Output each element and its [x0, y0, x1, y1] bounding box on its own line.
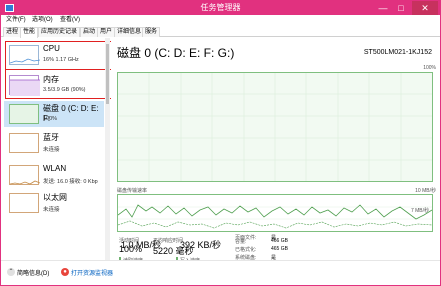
tab-performance[interactable]: 性能: [20, 27, 39, 38]
title-bar: 任务管理器 — □ ✕: [1, 1, 440, 15]
menu-options[interactable]: 选项(O): [32, 15, 53, 26]
transfer-rate-chart: 7 MB/秒: [117, 194, 433, 232]
chart2-max-label: 10 MB/秒: [415, 188, 436, 194]
resource-sub: 未连接: [43, 147, 60, 153]
active-time-chart: [117, 72, 433, 182]
resource-monitor-icon: ●: [61, 268, 69, 276]
disk-title: 磁盘 0 (C: D: E: F: G:): [117, 46, 235, 60]
resource-list: CPU 16% 1.17 GHz 内存 3.5/3.9 GB (90%) 磁盘 …: [2, 38, 130, 260]
resource-sub: 100%: [43, 116, 58, 122]
ethernet-graph-icon: [9, 193, 39, 213]
menu-bar: 文件(F) 选项(O) 查看(V): [1, 15, 440, 26]
menu-view[interactable]: 查看(V): [60, 15, 80, 26]
highlight-cpu: [5, 41, 120, 70]
chart2-inner-label: 7 MB/秒: [410, 208, 429, 214]
resource-sub: 发送: 16.0 接收: 0 Kbp: [43, 179, 98, 185]
chart2-title: 磁盘传输速率: [117, 188, 148, 194]
resource-name: 以太网: [43, 193, 67, 202]
page-file-value: 是: [271, 235, 277, 241]
tab-processes[interactable]: 进程: [3, 27, 22, 37]
disk-model: ST500LM021-1KJ152: [363, 49, 432, 56]
write-speed-value: 392 KB/秒: [180, 240, 222, 250]
resource-disk[interactable]: 磁盘 0 (C: D: E: F: 100%: [4, 101, 104, 127]
resource-sub: 未连接: [43, 207, 60, 213]
disk-graph-icon: [9, 104, 39, 124]
tab-services[interactable]: 服务: [142, 27, 161, 37]
resource-bluetooth[interactable]: 蓝牙 未连接: [4, 130, 104, 156]
fewer-details-link[interactable]: 简略信息(D): [17, 268, 49, 277]
close-button[interactable]: ✕: [412, 1, 438, 15]
resource-name: 蓝牙: [43, 133, 59, 142]
tab-app-history[interactable]: 应用历史记录: [38, 27, 81, 37]
wlan-graph-icon: [9, 165, 41, 185]
tab-startup[interactable]: 启动: [80, 27, 99, 37]
chart1-max-label: 100%: [423, 65, 436, 71]
collapse-chevron-icon[interactable]: ⌃: [7, 268, 15, 276]
menu-file[interactable]: 文件(F): [6, 15, 26, 26]
page-file-label: 页面文件:: [235, 235, 257, 241]
resource-name: WLAN: [43, 164, 67, 173]
tab-strip: 进程 性能 应用历史记录 启动 用户 详细信息 服务: [1, 26, 440, 38]
resource-list-scrollbar[interactable]: [105, 38, 110, 260]
tab-users[interactable]: 用户: [97, 27, 116, 37]
disk-detail-pane: 磁盘 0 (C: D: E: F: G:) ST500LM021-1KJ152 …: [111, 38, 440, 264]
read-speed-value: 1.0 MB/秒: [121, 240, 162, 250]
formatted-value: 465 GB: [271, 246, 288, 252]
resource-wlan[interactable]: WLAN 发送: 16.0 接收: 0 Kbp: [4, 162, 104, 188]
footer-bar: ⌃ 简略信息(D) ● 打开资源监视器: [1, 260, 440, 285]
maximize-button[interactable]: □: [392, 1, 410, 15]
bluetooth-graph-icon: [9, 133, 39, 153]
formatted-label: 已格式化:: [235, 247, 257, 253]
resource-ethernet[interactable]: 以太网 未连接: [4, 190, 104, 216]
scrollbar-thumb[interactable]: [106, 44, 109, 104]
task-manager-window: 任务管理器 — □ ✕ 文件(F) 选项(O) 查看(V) 进程 性能 应用历史…: [0, 0, 441, 286]
minimize-button[interactable]: —: [374, 1, 392, 15]
open-resource-monitor-link[interactable]: 打开资源监视器: [71, 268, 113, 277]
tab-details[interactable]: 详细信息: [114, 27, 145, 37]
